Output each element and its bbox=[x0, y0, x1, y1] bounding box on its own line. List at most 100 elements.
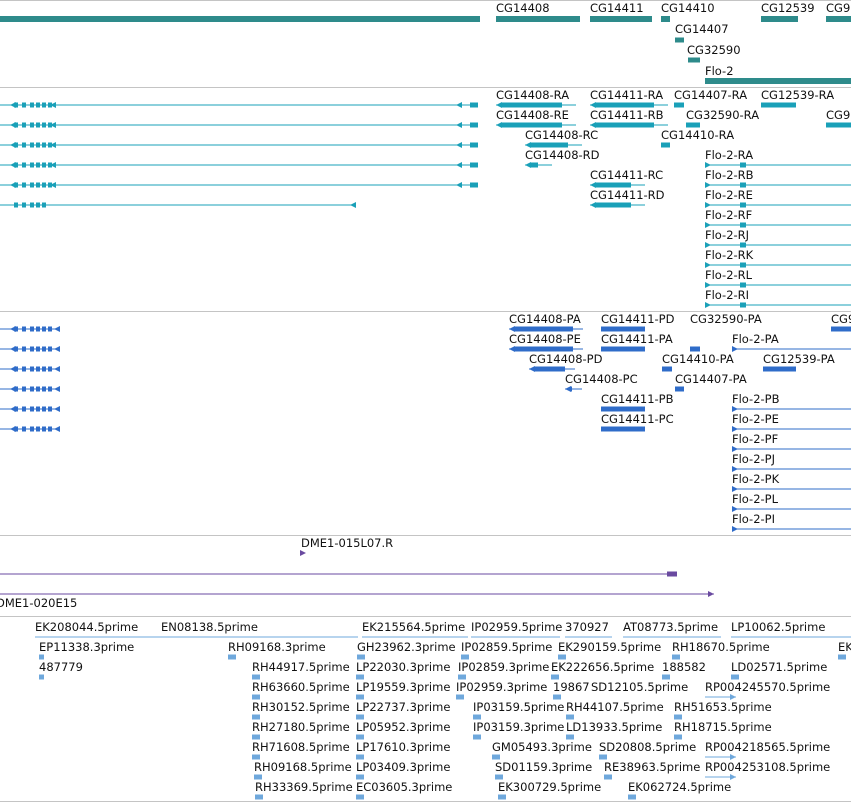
est-glyph[interactable] bbox=[566, 714, 574, 720]
transcript-exon[interactable] bbox=[30, 162, 34, 168]
transcript-label[interactable]: Flo-2-RE bbox=[705, 189, 753, 202]
transcript-exon[interactable] bbox=[42, 142, 46, 148]
est-label[interactable]: LP22030.3prime bbox=[356, 661, 450, 674]
gene-label[interactable]: CG14410 bbox=[661, 2, 715, 15]
est-label[interactable]: RH09168.5prime bbox=[254, 761, 352, 774]
protein-exon[interactable] bbox=[42, 326, 46, 332]
transcript-exon[interactable] bbox=[740, 302, 746, 308]
transcript-strand-arrow[interactable] bbox=[456, 162, 462, 168]
transcript-label[interactable]: CG12539-RA bbox=[761, 89, 834, 102]
transcript-label[interactable]: CG14407-RA bbox=[674, 89, 747, 102]
transcript-label[interactable]: CG14408-RD bbox=[525, 149, 600, 162]
est-glyph[interactable] bbox=[566, 734, 574, 740]
protein-exon[interactable] bbox=[42, 346, 46, 352]
est-glyph[interactable] bbox=[356, 714, 364, 720]
est-label[interactable]: RE38963.5prime bbox=[604, 761, 700, 774]
transcript-label[interactable]: Flo-2-RJ bbox=[705, 229, 749, 242]
protein-exon[interactable] bbox=[36, 426, 40, 432]
protein-exon[interactable] bbox=[36, 386, 40, 392]
protein-exon[interactable] bbox=[601, 326, 645, 332]
transcript-exon[interactable] bbox=[22, 202, 26, 208]
protein-exon[interactable] bbox=[36, 366, 40, 372]
transcript-exon[interactable] bbox=[470, 182, 478, 188]
transcript-strand-arrow[interactable] bbox=[590, 202, 596, 208]
protein-exon[interactable] bbox=[30, 426, 34, 432]
transcript-exon[interactable] bbox=[42, 202, 46, 208]
protein-exon[interactable] bbox=[831, 326, 851, 332]
transcript-strand-arrow[interactable] bbox=[10, 142, 16, 148]
protein-exon[interactable] bbox=[36, 346, 40, 352]
protein-label[interactable]: Flo-2-PB bbox=[732, 393, 780, 406]
transcript-label[interactable]: CG14408-RA bbox=[496, 89, 569, 102]
protein-exon[interactable] bbox=[30, 366, 34, 372]
protein-strand-arrow[interactable] bbox=[529, 366, 535, 372]
protein-label[interactable]: CG14410-PA bbox=[662, 353, 734, 366]
clone-strand-arrow[interactable] bbox=[708, 591, 714, 597]
protein-label[interactable]: Flo-2-PJ bbox=[732, 453, 775, 466]
protein-exon[interactable] bbox=[42, 366, 46, 372]
est-glyph[interactable] bbox=[551, 674, 559, 680]
protein-exon[interactable] bbox=[515, 346, 573, 352]
protein-exon[interactable] bbox=[662, 366, 672, 372]
est-glyph[interactable] bbox=[252, 714, 260, 720]
transcript-exon[interactable] bbox=[470, 162, 478, 168]
transcript-strand-arrow[interactable] bbox=[456, 142, 462, 148]
transcript-exon[interactable] bbox=[761, 102, 796, 108]
est-label[interactable]: RH27180.5prime bbox=[252, 721, 350, 734]
est-glyph[interactable] bbox=[599, 754, 607, 760]
est-label[interactable]: RP004253108.5prime bbox=[705, 761, 830, 774]
protein-exon[interactable] bbox=[601, 346, 645, 352]
est-label[interactable]: RH30152.5prime bbox=[252, 701, 350, 714]
est-label[interactable]: GH23962.3prime bbox=[357, 641, 456, 654]
gene-glyph[interactable] bbox=[590, 16, 652, 22]
transcript-label[interactable]: CG14408-RC bbox=[525, 129, 598, 142]
transcript-exon[interactable] bbox=[36, 122, 40, 128]
protein-exon[interactable] bbox=[601, 406, 645, 412]
protein-label[interactable]: CG12539-PA bbox=[763, 353, 835, 366]
protein-strand-arrow[interactable] bbox=[54, 386, 60, 392]
transcript-exon[interactable] bbox=[596, 102, 654, 108]
protein-strand-arrow[interactable] bbox=[10, 426, 16, 432]
protein-label[interactable]: CG14408-PA bbox=[509, 313, 581, 326]
transcript-exon[interactable] bbox=[30, 122, 34, 128]
est-glyph[interactable] bbox=[356, 794, 364, 800]
protein-label[interactable]: CG9 bbox=[831, 313, 851, 326]
protein-strand-arrow[interactable] bbox=[54, 326, 60, 332]
transcript-exon[interactable] bbox=[42, 162, 46, 168]
est-label[interactable]: 188582 bbox=[662, 661, 706, 674]
est-label[interactable]: SD12105.5prime bbox=[591, 681, 688, 694]
est-glyph[interactable] bbox=[357, 654, 365, 660]
est-glyph[interactable] bbox=[495, 774, 503, 780]
gene-label[interactable]: CG14411 bbox=[590, 2, 644, 15]
transcript-label[interactable]: Flo-2-RA bbox=[705, 149, 753, 162]
protein-exon[interactable] bbox=[48, 426, 52, 432]
est-label[interactable]: RP004218565.5prime bbox=[705, 741, 830, 754]
transcript-exon[interactable] bbox=[30, 202, 34, 208]
transcript-exon[interactable] bbox=[531, 142, 568, 148]
est-glyph[interactable] bbox=[39, 674, 44, 680]
gene-glyph[interactable] bbox=[496, 16, 580, 22]
transcript-label[interactable]: Flo-2-RI bbox=[705, 289, 749, 302]
protein-exon[interactable] bbox=[48, 326, 52, 332]
gene-glyph[interactable] bbox=[705, 78, 851, 84]
transcript-exon[interactable] bbox=[740, 182, 746, 188]
est-glyph[interactable] bbox=[604, 774, 612, 780]
transcript-exon[interactable] bbox=[36, 102, 40, 108]
est-glyph[interactable] bbox=[356, 774, 364, 780]
est-label[interactable]: RH44917.5prime bbox=[252, 661, 350, 674]
protein-exon[interactable] bbox=[42, 386, 46, 392]
gene-label[interactable]: Flo-2 bbox=[705, 65, 734, 78]
protein-exon[interactable] bbox=[22, 406, 26, 412]
est-label[interactable]: LP03409.3prime bbox=[356, 761, 450, 774]
est-glyph[interactable] bbox=[356, 674, 364, 680]
est-glyph[interactable] bbox=[553, 694, 561, 700]
est-glyph[interactable] bbox=[558, 654, 566, 660]
transcript-exon[interactable] bbox=[740, 162, 746, 168]
clone-label[interactable]: DME1-015L07.R bbox=[301, 537, 393, 550]
est-label[interactable]: EK222656.5prime bbox=[551, 661, 654, 674]
est-glyph[interactable] bbox=[473, 734, 481, 740]
protein-label[interactable]: CG14408-PC bbox=[565, 373, 638, 386]
protein-exon[interactable] bbox=[30, 386, 34, 392]
transcript-strand-arrow[interactable] bbox=[10, 182, 16, 188]
est-glyph[interactable] bbox=[461, 654, 469, 660]
